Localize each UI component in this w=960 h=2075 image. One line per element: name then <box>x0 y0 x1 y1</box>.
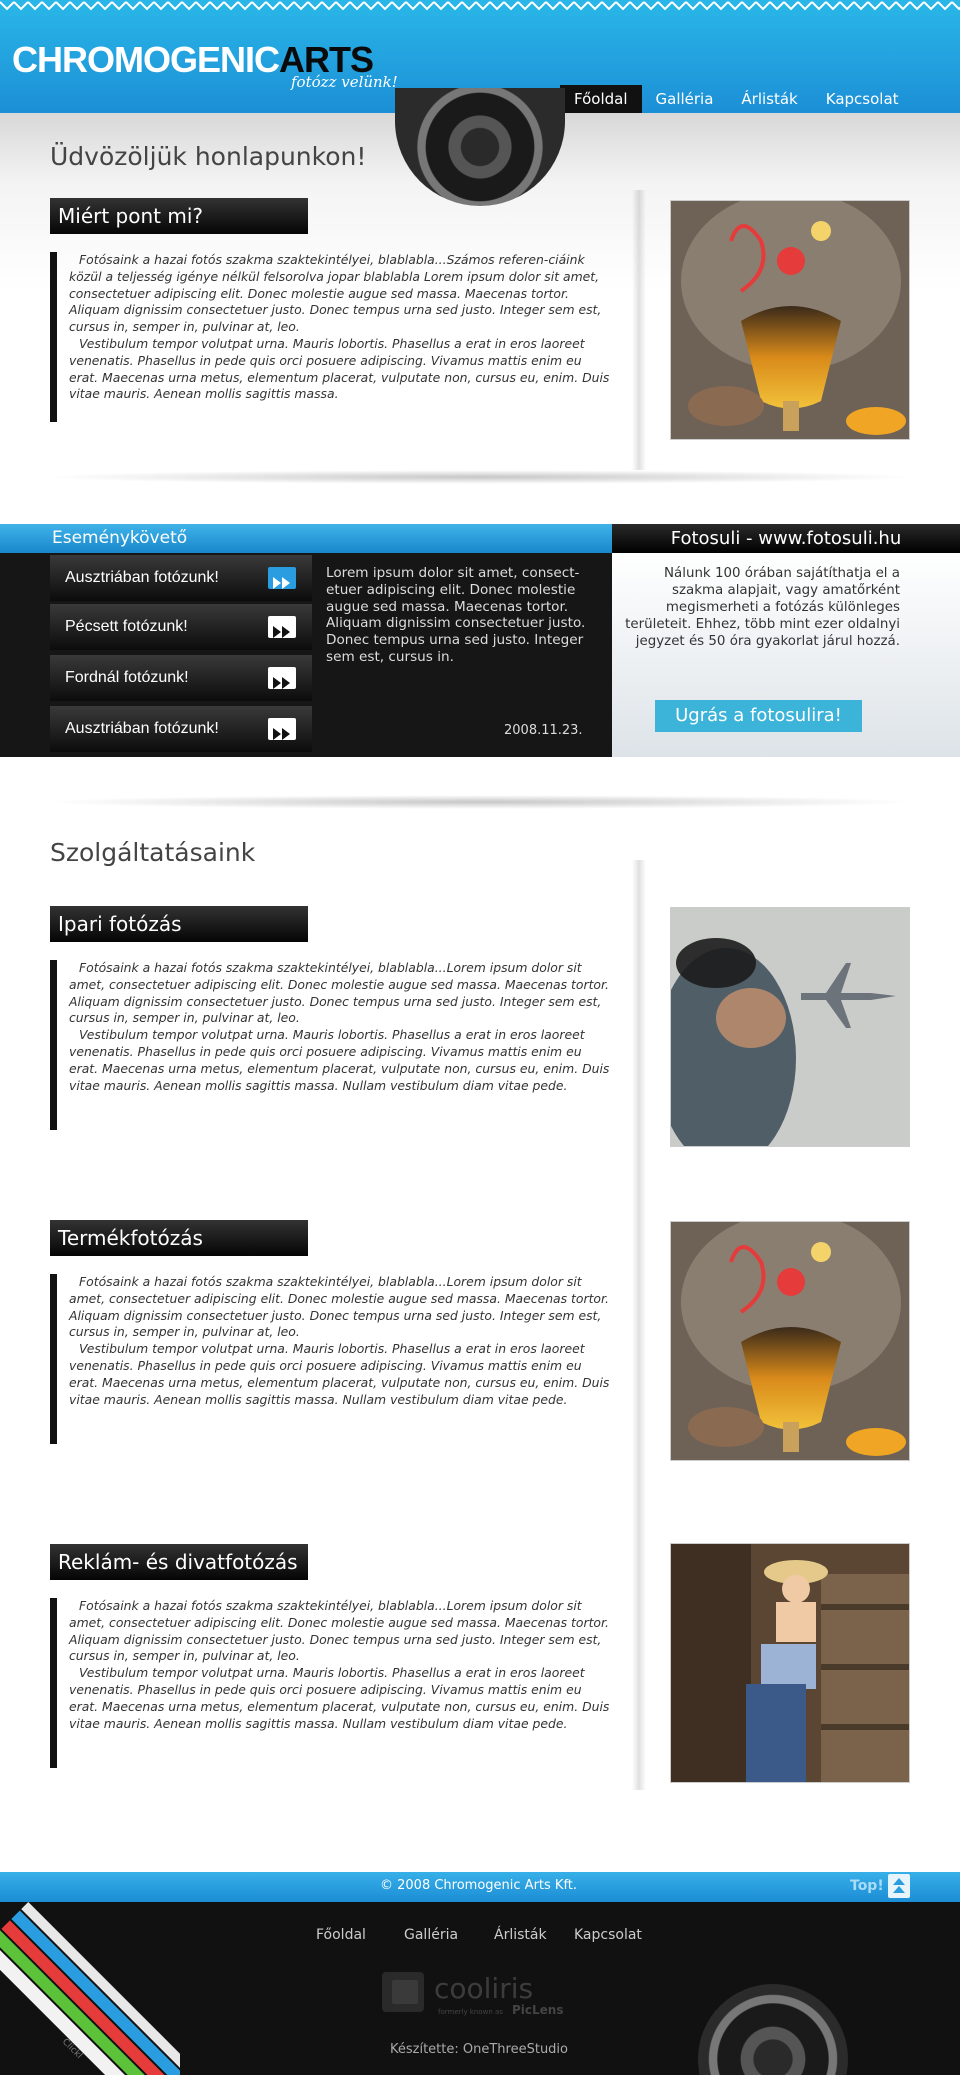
footer-nav-fooldal[interactable]: Főoldal <box>316 1927 366 1943</box>
decorative-stripes: Clickl <box>0 1902 180 2075</box>
services-title: Szolgáltatásaink <box>50 838 256 867</box>
welcome-paragraph-2: Vestibulum tempor volutpat urna. Mauris … <box>69 335 610 402</box>
cooliris-logo[interactable]: cooliris formerly known as PicLens <box>382 1968 582 2020</box>
section-shadow <box>40 795 920 809</box>
service-copy: Fotósaink a hazai fotós szakma szaktekin… <box>50 1598 612 1768</box>
footer-nav-arlistak[interactable]: Árlisták <box>494 1927 547 1943</box>
cocktail-photo[interactable] <box>670 1221 910 1461</box>
cooliris-name: cooliris <box>434 1972 533 2005</box>
event-item-2[interactable]: Pécsett fotózunk! <box>50 604 312 650</box>
column-divider <box>632 190 646 470</box>
event-description: Lorem ipsum dolor sit amet, consect-etue… <box>326 565 586 665</box>
fast-forward-icon <box>268 616 296 638</box>
industrial-photo[interactable] <box>670 907 910 1147</box>
credit: Készítette: OneThreeStudio <box>390 2042 568 2057</box>
column-divider <box>632 860 646 1790</box>
fotosuli-description: Nálunk 100 órában sajátíthatja el a szak… <box>625 566 900 649</box>
service-paragraph-1: Fotósaink a hazai fotós szakma szaktekin… <box>69 1598 609 1664</box>
fast-forward-icon <box>268 718 296 740</box>
zigzag-border <box>0 0 960 14</box>
main-nav: Főoldal Galléria Árlisták Kapcsolat <box>560 85 913 113</box>
service-paragraph-1: Fotósaink a hazai fotós szakma szaktekin… <box>69 960 609 1026</box>
cocktail-photo[interactable] <box>670 200 910 440</box>
fashion-photo[interactable] <box>670 1543 910 1783</box>
service-title-ipari: Ipari fotózás <box>50 906 308 942</box>
service-title-reklam: Reklám- és divatfotózás <box>50 1544 308 1580</box>
copyright: © 2008 Chromogenic Arts Kft. <box>380 1878 578 1893</box>
service-copy: Fotósaink a hazai fotós szakma szaktekin… <box>50 1274 612 1444</box>
nav-item-galleria[interactable]: Galléria <box>642 85 728 113</box>
section-shadow <box>40 470 920 484</box>
service-paragraph-1: Fotósaink a hazai fotós szakma szaktekin… <box>69 1274 609 1340</box>
cooliris-sub: formerly known as <box>438 2008 503 2016</box>
event-date: 2008.11.23. <box>504 723 583 738</box>
section-title-why-us: Miért pont mi? <box>50 198 308 234</box>
nav-item-kapcsolat[interactable]: Kapcsolat <box>812 85 913 113</box>
service-copy: Fotósaink a hazai fotós szakma szaktekin… <box>50 960 612 1130</box>
service-title-termek: Termékfotózás <box>50 1220 308 1256</box>
service-paragraph-2: Vestibulum tempor volutpat urna. Mauris … <box>69 1341 610 1407</box>
event-item-1[interactable]: Ausztriában fotózunk! <box>50 555 312 601</box>
arrow-up-icon[interactable] <box>888 1874 910 1898</box>
back-to-top-label[interactable]: Top! <box>850 1878 884 1894</box>
event-label: Pécsett fotózunk! <box>65 618 188 635</box>
event-label: Fordnál fotózunk! <box>65 669 189 686</box>
event-item-3[interactable]: Fordnál fotózunk! <box>50 655 312 701</box>
logo-chromogenic: CHROMOGENIC <box>12 39 280 80</box>
cooliris-brand: PicLens <box>512 2003 564 2017</box>
welcome-copy: Fotósaink a hazai fotós szakma szaktekin… <box>50 252 612 422</box>
welcome-paragraph-1: Fotósaink a hazai fotós szakma szaktekin… <box>69 252 602 335</box>
footer-nav-kapcsolat[interactable]: Kapcsolat <box>574 1927 642 1943</box>
service-paragraph-2: Vestibulum tempor volutpat urna. Mauris … <box>69 1027 610 1093</box>
tagline: fotózz velünk! <box>291 73 398 91</box>
event-item-4[interactable]: Ausztriában fotózunk! <box>50 706 312 752</box>
fotosuli-button[interactable]: Ugrás a fotosulira! <box>655 700 862 732</box>
fast-forward-icon <box>268 667 296 689</box>
event-label: Ausztriában fotózunk! <box>65 720 219 737</box>
fotosuli-title: Fotosuli - www.fotosuli.hu <box>612 524 960 553</box>
nav-item-fooldal[interactable]: Főoldal <box>560 85 642 113</box>
footer-nav-galleria[interactable]: Galléria <box>404 1927 458 1943</box>
fast-forward-icon <box>268 567 296 589</box>
nav-item-arlistak[interactable]: Árlisták <box>727 85 811 113</box>
event-label: Ausztriában fotózunk! <box>65 569 219 586</box>
events-title: Eseménykövető <box>0 524 612 553</box>
page-title: Üdvözöljük honlapunkon! <box>50 142 367 171</box>
service-paragraph-2: Vestibulum tempor volutpat urna. Mauris … <box>69 1665 610 1731</box>
